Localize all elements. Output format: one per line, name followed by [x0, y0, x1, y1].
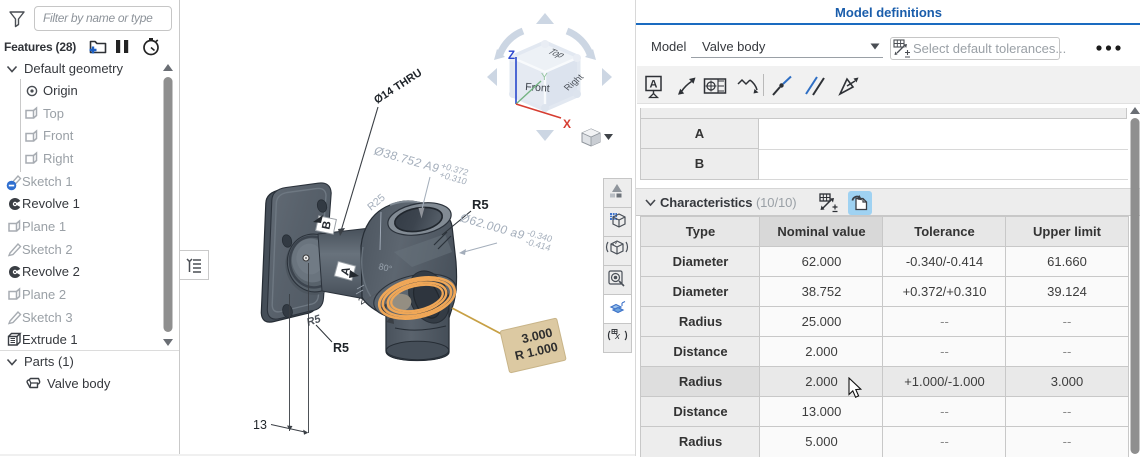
svg-text:A: A [650, 79, 658, 91]
svg-text:R5: R5 [333, 341, 349, 355]
svg-text:R5: R5 [472, 197, 489, 212]
svg-text:Ø38.752 A9: Ø38.752 A9 [372, 144, 442, 176]
svg-text:x: x [614, 331, 621, 342]
svg-text:Ø14 THRU: Ø14 THRU [372, 67, 424, 107]
svg-text:X: X [563, 117, 571, 131]
svg-text:Y: Y [541, 72, 548, 83]
svg-text:13: 13 [253, 418, 267, 432]
svg-text:Z: Z [508, 50, 515, 62]
svg-text:R5: R5 [305, 313, 323, 329]
svg-text:Ø62.000 a9: Ø62.000 a9 [458, 211, 527, 242]
